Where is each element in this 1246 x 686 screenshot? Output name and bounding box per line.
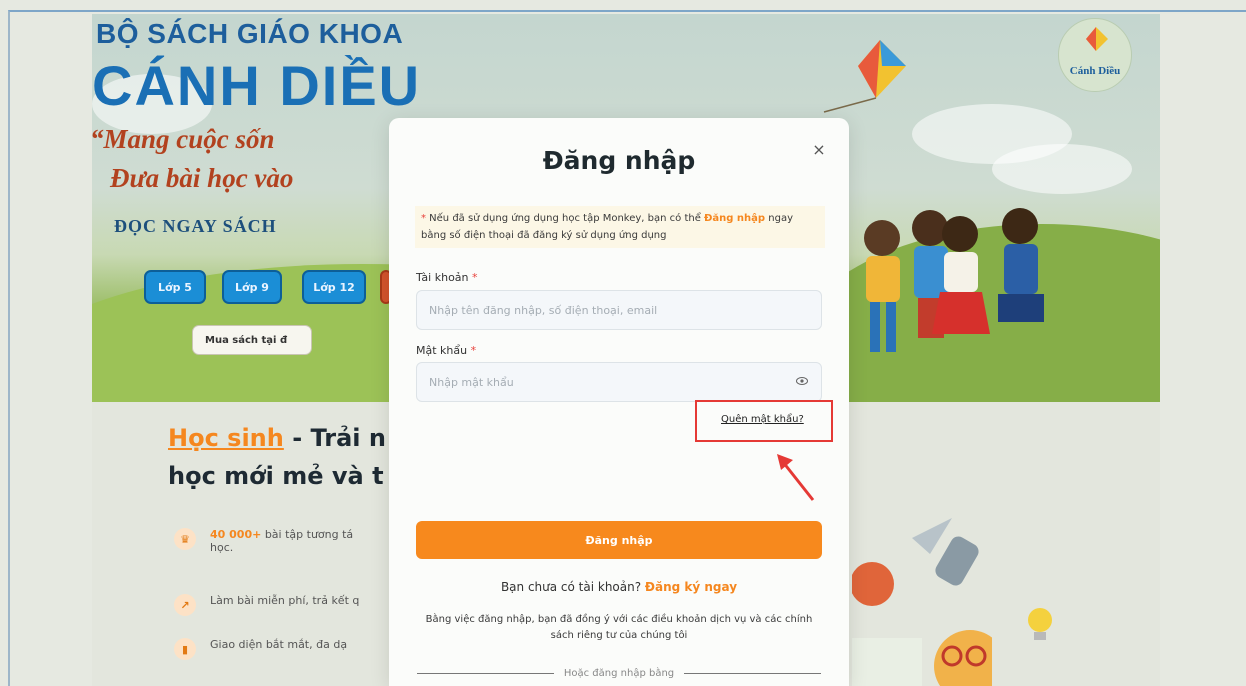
chart-icon: ↗ xyxy=(174,594,196,616)
account-label: Tài khoản * xyxy=(416,271,478,284)
password-input[interactable] xyxy=(416,362,822,402)
feature-text: Làm bài miễn phí, trả kết q xyxy=(210,594,360,607)
hero-quote-line2: Đưa bài học vào xyxy=(110,163,294,193)
grade-12-button[interactable]: Lớp 12 xyxy=(302,270,366,304)
terms-text: Bằng việc đăng nhập, bạn đã đồng ý với c… xyxy=(425,614,813,641)
divider-rule xyxy=(684,673,821,674)
or-divider: Hoặc đăng nhập bằng xyxy=(417,668,821,679)
hero-title-line1: BỘ SÁCH GIÁO KHOA xyxy=(96,18,404,49)
grade-5-button[interactable]: Lớp 5 xyxy=(144,270,206,304)
eye-icon[interactable] xyxy=(795,374,809,388)
notice-login-link[interactable]: Đăng nhập xyxy=(704,213,765,224)
section-heading-accent: Học sinh xyxy=(168,424,284,452)
modal-title: Đăng nhập xyxy=(542,146,696,175)
hero-quote-line1: “Mang cuộc sốn xyxy=(90,124,275,154)
no-account-text: Bạn chưa có tài khoản? xyxy=(500,580,645,594)
cloud xyxy=(992,144,1132,194)
logo-kite-icon xyxy=(1086,27,1108,51)
buy-book-button[interactable]: Mua sách tại đ xyxy=(192,325,312,355)
feature-text: 40 000+ bài tập tương tá học. xyxy=(210,528,354,554)
kite-icon xyxy=(823,40,906,113)
section-heading-rest: - Trải n xyxy=(283,424,386,452)
logo-text: Cánh Diều xyxy=(1069,65,1121,77)
feature-item: ▮ Giao diện bắt mắt, đa dạ xyxy=(174,638,347,660)
notice-text: Nếu đã sử dụng ứng dụng học tập Monkey, … xyxy=(426,213,705,224)
signup-prompt: Bạn chưa có tài khoản? Đăng ký ngay xyxy=(389,580,849,594)
feature-text: Giao diện bắt mắt, đa dạ xyxy=(210,638,348,651)
annotation-arrow-icon xyxy=(777,454,815,501)
feature-item: ♛ 40 000+ bài tập tương tá học. xyxy=(174,528,353,554)
children-illustration xyxy=(864,208,1044,352)
or-login-with-label: Hoặc đăng nhập bằng xyxy=(563,668,675,679)
grade-9-button[interactable]: Lớp 9 xyxy=(222,270,282,304)
canh-dieu-logo[interactable]: Cánh Diều xyxy=(1058,18,1132,92)
bar-icon: ▮ xyxy=(174,638,196,660)
feature-item: ↗ Làm bài miễn phí, trả kết q xyxy=(174,594,359,616)
login-modal: Đăng nhập × * Nếu đã sử dụng ứng dụng họ… xyxy=(389,118,849,686)
read-now-label: ĐỌC NGAY SÁCH xyxy=(114,216,277,236)
forgot-password-link[interactable]: Quên mật khẩu? xyxy=(721,414,804,425)
login-button[interactable]: Đăng nhập xyxy=(416,521,822,559)
hero-title-line2: CÁNH DIỀU xyxy=(92,54,422,117)
section-heading-line2: học mới mẻ và t xyxy=(168,462,384,490)
lightbulb-icon xyxy=(1028,608,1052,640)
student-illustration xyxy=(852,518,992,686)
password-label: Mật khẩu * xyxy=(416,344,477,357)
section-heading-line1: Học sinh - Trải n xyxy=(168,424,386,452)
signup-link[interactable]: Đăng ký ngay xyxy=(645,580,737,594)
monkey-notice: * Nếu đã sử dụng ứng dụng học tập Monkey… xyxy=(415,206,825,248)
divider-rule xyxy=(417,673,554,674)
close-icon[interactable]: × xyxy=(808,138,830,160)
account-input[interactable] xyxy=(416,290,822,330)
trophy-icon: ♛ xyxy=(174,528,196,550)
